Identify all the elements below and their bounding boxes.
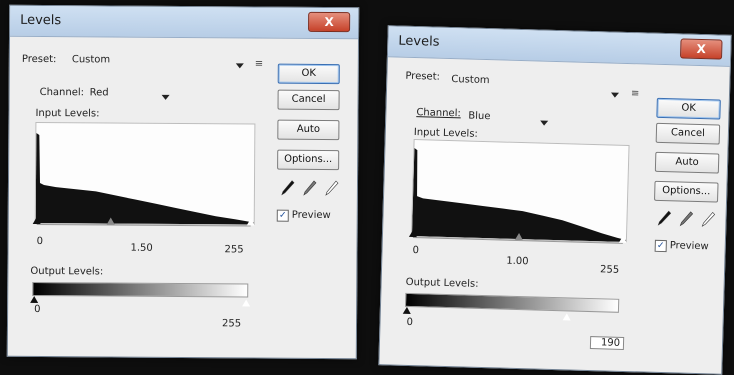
preview-checkbox[interactable]: ✓ [654, 239, 667, 253]
output-black-value[interactable]: 0 [34, 304, 40, 315]
output-black-handle[interactable] [30, 295, 39, 303]
preset-select[interactable]: Custom [451, 74, 490, 86]
white-eyedropper-icon[interactable] [701, 211, 716, 227]
options-button[interactable]: Options... [654, 180, 719, 203]
channel-select[interactable]: Red [90, 87, 109, 98]
title-bar[interactable]: Levels X [387, 26, 731, 67]
title-bar[interactable]: Levels X [10, 5, 359, 40]
preset-label: Preset: [21, 53, 57, 66]
output-gradient-bar [404, 292, 620, 313]
ok-button[interactable]: OK [277, 63, 340, 85]
channel-label: Channel: [416, 107, 461, 120]
input-gamma-value[interactable]: 1.00 [506, 256, 529, 268]
close-button[interactable]: X [308, 11, 351, 33]
input-slider-track [36, 223, 251, 227]
cancel-button[interactable]: Cancel [277, 89, 340, 111]
output-levels-label: Output Levels: [405, 276, 479, 290]
output-levels-label: Output Levels: [30, 265, 104, 278]
output-white-value[interactable]: 190 [589, 336, 625, 350]
chevron-down-icon[interactable] [610, 92, 620, 98]
list-menu-icon[interactable]: ≡ [255, 58, 263, 69]
output-white-value[interactable]: 255 [222, 318, 241, 329]
input-white-point-handle[interactable] [618, 235, 628, 244]
input-white-value[interactable]: 255 [600, 264, 619, 276]
output-black-handle[interactable] [402, 306, 411, 315]
input-black-point-handle[interactable] [32, 216, 41, 225]
gray-eyedropper-icon[interactable] [303, 180, 317, 196]
channel-label: Channel: [39, 86, 85, 99]
preview-label: Preview [669, 240, 709, 253]
options-button[interactable]: Options... [277, 149, 340, 171]
output-black-value[interactable]: 0 [406, 317, 413, 328]
input-black-point-handle[interactable] [408, 229, 418, 238]
histogram [34, 121, 256, 226]
list-menu-icon[interactable]: ≡ [631, 88, 640, 99]
chevron-down-icon[interactable] [235, 63, 244, 69]
histogram [410, 139, 630, 244]
gray-eyedropper-icon[interactable] [679, 210, 694, 227]
preview-label: Preview [291, 209, 331, 222]
input-levels-label: Input Levels: [413, 127, 479, 140]
input-gamma-handle[interactable] [514, 232, 524, 241]
close-button[interactable]: X [680, 38, 723, 60]
chevron-down-icon[interactable] [540, 120, 549, 126]
auto-button[interactable]: Auto [277, 119, 340, 141]
black-eyedropper-icon[interactable] [657, 210, 672, 226]
input-levels-label: Input Levels: [35, 107, 100, 120]
input-white-value[interactable]: 255 [224, 244, 243, 255]
chevron-down-icon[interactable] [161, 94, 170, 100]
preset-label: Preset: [405, 70, 441, 83]
auto-button[interactable]: Auto [654, 151, 720, 174]
input-black-value[interactable]: 0 [412, 245, 419, 256]
histogram-graph [35, 132, 254, 225]
window-title: Levels [398, 33, 440, 50]
window-title: Levels [20, 12, 62, 29]
cancel-button[interactable]: Cancel [655, 122, 721, 145]
levels-dialog-right: Levels X Preset: Custom ≡ Channel: Blue … [378, 25, 732, 375]
output-white-handle[interactable] [562, 313, 571, 321]
histogram-graph [411, 148, 626, 242]
input-gamma-handle[interactable] [106, 217, 115, 225]
preview-checkbox[interactable]: ✓ [276, 209, 289, 222]
channel-select[interactable]: Blue [468, 111, 490, 123]
levels-dialog-left: Levels X Preset: Custom ≡ Channel: Red I… [6, 4, 360, 360]
output-gradient-bar [32, 281, 249, 298]
ok-button[interactable]: OK [656, 97, 721, 120]
preset-select[interactable]: Custom [72, 54, 110, 65]
white-eyedropper-icon[interactable] [325, 180, 339, 196]
input-black-value[interactable]: 0 [37, 236, 43, 247]
input-white-point-handle[interactable] [246, 218, 255, 226]
input-gamma-value[interactable]: 1.50 [130, 243, 152, 254]
output-white-handle[interactable] [242, 299, 251, 307]
black-eyedropper-icon[interactable] [281, 180, 295, 196]
